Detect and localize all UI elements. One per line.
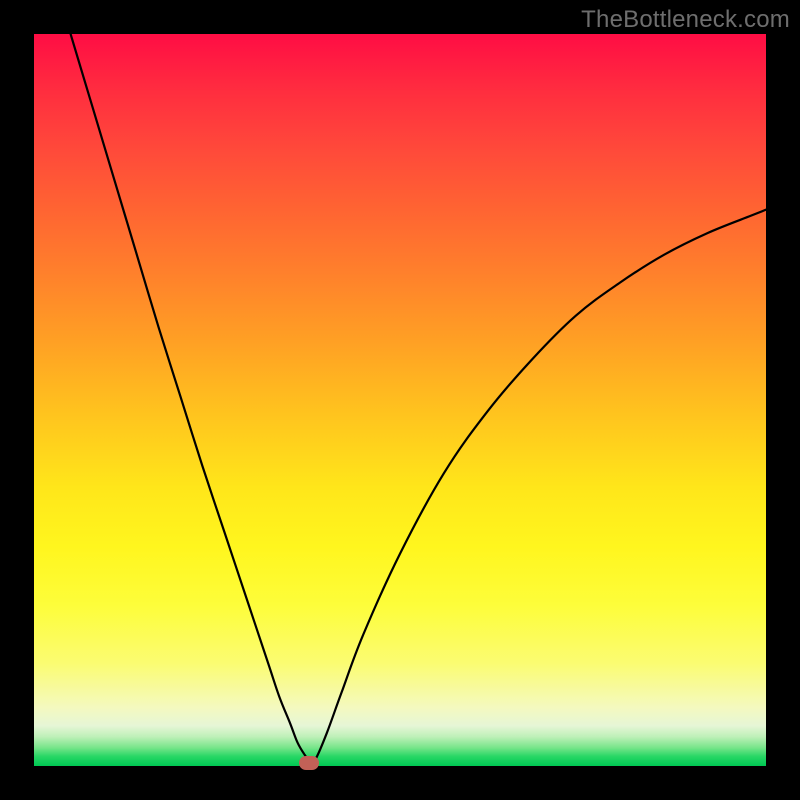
chart-background-gradient (34, 34, 766, 766)
optimal-point-marker (299, 756, 319, 770)
chart-frame: TheBottleneck.com (0, 0, 800, 800)
watermark-text: TheBottleneck.com (581, 6, 790, 34)
